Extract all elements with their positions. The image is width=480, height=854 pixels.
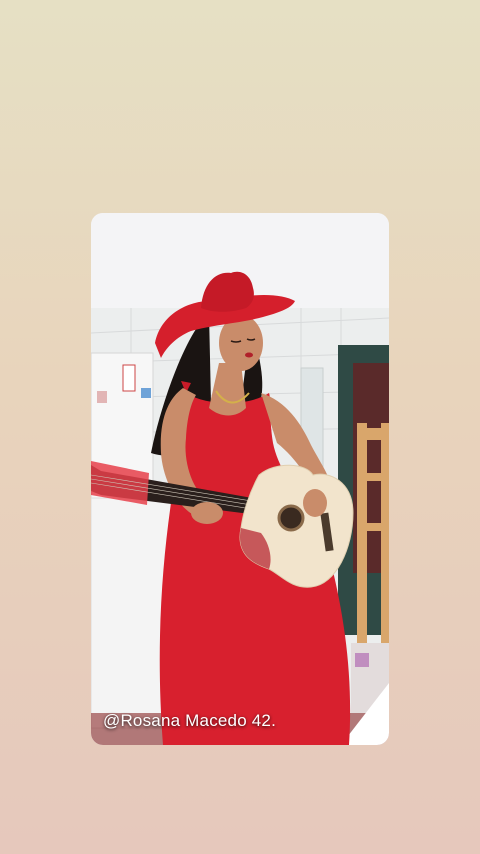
guitar-soundhole	[277, 504, 305, 532]
lips	[245, 352, 253, 358]
fretting-hand	[191, 502, 223, 524]
fridge-magnet	[141, 388, 151, 398]
creator-handle-overlay: @Rosana Macedo 42.	[103, 711, 277, 730]
story-video-card[interactable]: @Rosana Macedo 42.	[91, 213, 389, 745]
counter	[91, 497, 172, 729]
fridge-magnet	[122, 364, 136, 392]
strumming-hand	[303, 489, 327, 517]
cushion-flower	[355, 653, 369, 667]
fridge-magnet	[97, 391, 107, 403]
video-frame-illustration	[91, 213, 389, 745]
